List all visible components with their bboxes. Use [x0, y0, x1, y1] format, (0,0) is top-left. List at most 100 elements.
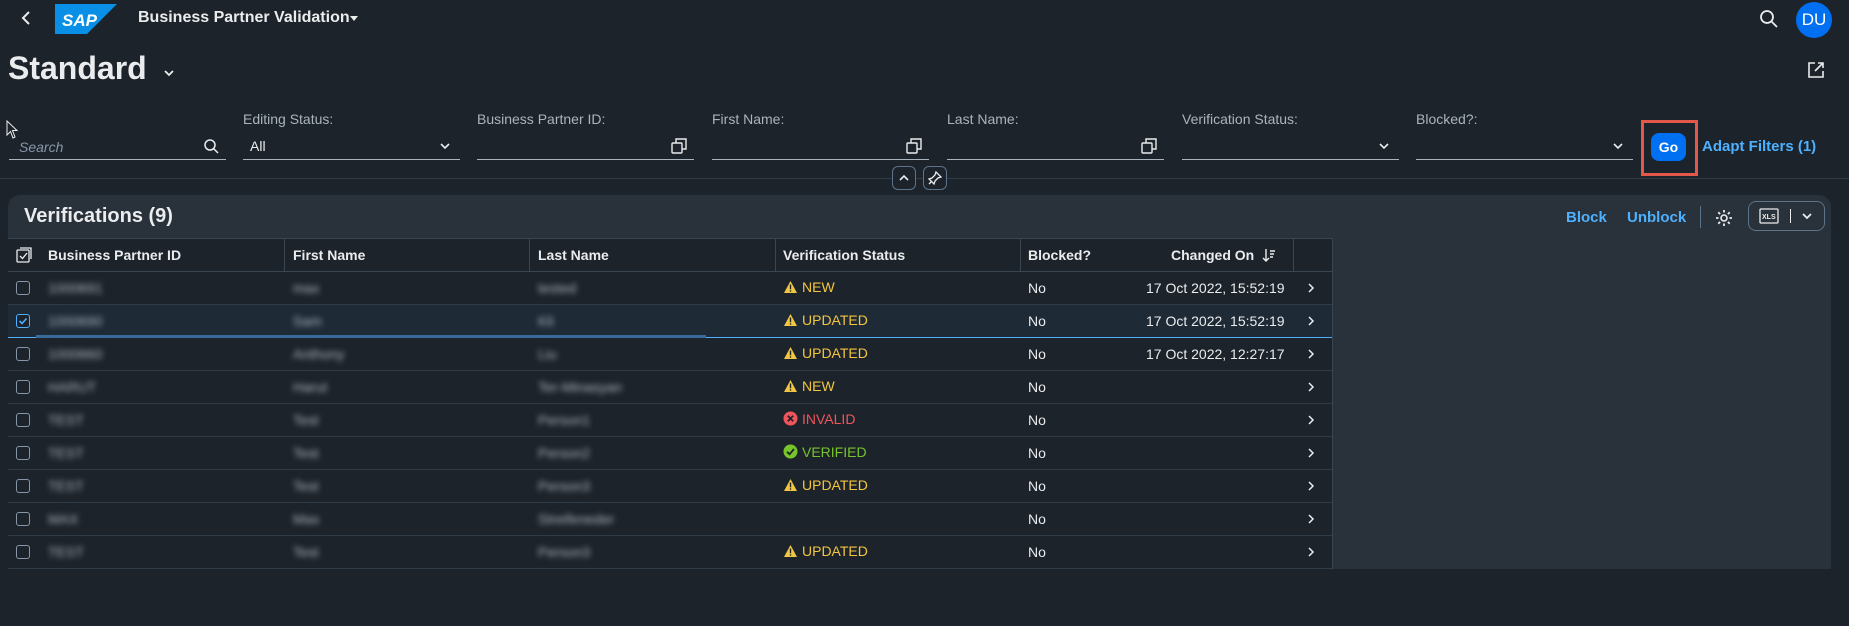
sap-logo[interactable]: SAP — [55, 4, 117, 34]
column-header-blocked[interactable]: Blocked? — [1028, 247, 1091, 263]
table-row[interactable]: 1000690 Sam Kli UPDATED No 17 Oct 2022, 15:52… — [8, 305, 1332, 338]
editing-status-label: Editing Status: — [243, 111, 334, 127]
table-row[interactable]: 1000660 Anthony Liu UPDATED No 17 Oct 2022, 1… — [8, 338, 1332, 371]
chevron-right-icon[interactable] — [1306, 348, 1316, 360]
cell-changed-on: 17 Oct 2022, 15:52:19 — [1146, 280, 1285, 296]
chevron-right-icon[interactable] — [1306, 414, 1316, 426]
share-icon[interactable] — [1806, 60, 1826, 80]
pin-header-button[interactable] — [923, 166, 947, 190]
column-header-changed-on[interactable]: Changed On — [1171, 247, 1254, 263]
cell-blocked: No — [1028, 313, 1046, 329]
verification-status-label: Verification Status: — [1182, 111, 1298, 127]
table-row[interactable]: TEST Test Person3 UPDATED No — [8, 470, 1332, 503]
chevron-right-icon[interactable] — [1306, 315, 1316, 327]
gear-icon[interactable] — [1714, 208, 1734, 228]
cell-verification-status: NEW — [783, 279, 835, 295]
cell-last-name: Person3 — [538, 544, 591, 560]
variant-title[interactable]: Standard — [8, 50, 147, 87]
search-input[interactable]: Search — [9, 133, 226, 160]
row-checkbox[interactable] — [16, 479, 30, 493]
editing-status-select[interactable]: All — [243, 133, 460, 160]
column-header-bp-id[interactable]: Business Partner ID — [48, 247, 181, 263]
cell-last-name: Person2 — [538, 445, 591, 461]
value-help-icon[interactable] — [906, 138, 922, 154]
cell-verification-status: UPDATED — [783, 477, 868, 493]
cell-blocked: No — [1028, 280, 1046, 296]
chevron-down-icon — [440, 143, 450, 150]
column-header-last-name[interactable]: Last Name — [538, 247, 609, 263]
bp-id-input[interactable] — [477, 133, 694, 160]
table-row[interactable]: TEST Test Person2 VERIFIED No — [8, 437, 1332, 470]
go-button[interactable]: Go — [1651, 133, 1686, 161]
chevron-right-icon[interactable] — [1306, 513, 1316, 525]
table-row[interactable]: MAX Max Streifeneder No — [8, 503, 1332, 536]
row-checkbox[interactable] — [16, 545, 30, 559]
adapt-filters-link[interactable]: Adapt Filters (1) — [1702, 138, 1816, 155]
select-all-icon[interactable] — [16, 247, 32, 263]
value-help-icon[interactable] — [671, 138, 687, 154]
collapse-header-button[interactable] — [892, 166, 916, 190]
row-checkbox[interactable] — [16, 380, 30, 394]
caret-down-icon[interactable] — [348, 12, 360, 24]
row-checkbox[interactable] — [16, 446, 30, 460]
block-button[interactable]: Block — [1566, 209, 1607, 226]
table-right-edge — [1332, 238, 1333, 569]
cell-last-name: Streifeneder — [538, 511, 615, 527]
search-icon[interactable] — [1759, 9, 1779, 29]
table-row[interactable]: TEST Test Person3 UPDATED No — [8, 536, 1332, 569]
chevron-right-icon[interactable] — [1306, 480, 1316, 492]
cell-blocked: No — [1028, 478, 1046, 494]
table-row[interactable]: HARUT Harut Ter-Minasyan NEW No — [8, 371, 1332, 404]
row-checkbox[interactable] — [16, 413, 30, 427]
app-title[interactable]: Business Partner Validation — [138, 9, 350, 27]
table-row[interactable]: 1000691 max tested NEW No 17 Oct 2022, 15:52:… — [8, 272, 1332, 305]
cell-bp-id: TEST — [48, 412, 84, 428]
verification-status-select[interactable] — [1182, 133, 1399, 160]
first-name-input[interactable] — [712, 133, 929, 160]
chevron-down-icon[interactable] — [1800, 210, 1814, 222]
warning-icon — [784, 281, 797, 293]
last-name-input[interactable] — [947, 133, 1164, 160]
column-header-first-name[interactable]: First Name — [293, 247, 365, 263]
unblock-button[interactable]: Unblock — [1627, 209, 1686, 226]
table-row[interactable]: TEST Test Person1 INVALID No — [8, 404, 1332, 437]
svg-text:XLS: XLS — [1762, 214, 1776, 221]
chevron-right-icon[interactable] — [1306, 546, 1316, 558]
row-checkbox[interactable] — [16, 281, 30, 295]
chevron-right-icon[interactable] — [1306, 381, 1316, 393]
back-icon[interactable] — [18, 8, 36, 28]
cell-first-name: Max — [293, 511, 320, 527]
warning-icon — [784, 380, 797, 392]
cell-verification-status — [783, 510, 787, 526]
search-icon[interactable] — [203, 138, 219, 154]
cell-bp-id: 1000660 — [48, 346, 103, 362]
chevron-down-icon[interactable] — [162, 66, 176, 80]
row-checkbox[interactable] — [16, 347, 30, 361]
column-header-verification-status[interactable]: Verification Status — [783, 247, 905, 263]
success-icon — [783, 444, 798, 459]
user-avatar[interactable]: DU — [1796, 2, 1832, 38]
table-title: Verifications (9) — [24, 205, 173, 227]
cell-blocked: No — [1028, 346, 1046, 362]
cell-last-name: Ter-Minasyan — [538, 379, 623, 395]
chevron-right-icon[interactable] — [1306, 282, 1316, 294]
cell-blocked: No — [1028, 544, 1046, 560]
cell-last-name: Person3 — [538, 478, 591, 494]
export-button[interactable]: XLS — [1748, 201, 1825, 231]
chevron-up-icon — [899, 174, 909, 181]
cell-first-name: Anthony — [293, 346, 345, 362]
row-checkbox[interactable] — [16, 314, 30, 328]
cell-first-name: Test — [293, 412, 319, 428]
error-icon — [783, 411, 798, 426]
cell-first-name: Test — [293, 478, 319, 494]
cell-bp-id: 1000690 — [48, 313, 103, 329]
last-name-label: Last Name: — [947, 111, 1019, 127]
cell-first-name: Test — [293, 445, 319, 461]
blocked-select[interactable] — [1416, 133, 1633, 160]
value-help-icon[interactable] — [1141, 138, 1157, 154]
cell-blocked: No — [1028, 379, 1046, 395]
chevron-right-icon[interactable] — [1306, 447, 1316, 459]
row-checkbox[interactable] — [16, 512, 30, 526]
blocked-label: Blocked?: — [1416, 111, 1478, 127]
sort-descending-icon[interactable] — [1262, 248, 1276, 262]
